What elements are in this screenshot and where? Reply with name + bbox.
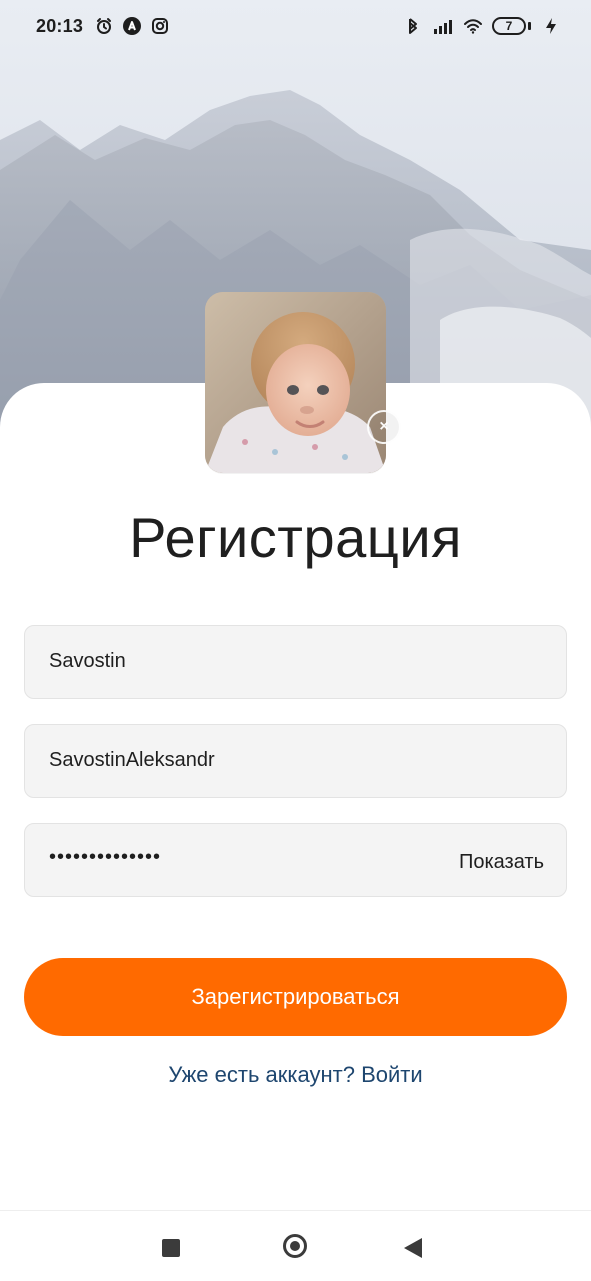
password-field[interactable]: •••••••••••••• Показать xyxy=(24,823,567,897)
status-icons-right: 7 xyxy=(402,16,561,36)
instagram-icon xyxy=(150,16,170,36)
close-icon: × xyxy=(379,418,389,435)
register-button[interactable]: Зарегистрироваться xyxy=(24,958,567,1036)
battery-level: 7 xyxy=(505,19,513,33)
system-navigation-bar xyxy=(0,1210,591,1281)
child-photo xyxy=(205,292,386,473)
back-triangle-icon[interactable] xyxy=(404,1238,422,1258)
login-link[interactable]: Уже есть аккаунт? Войти xyxy=(0,1062,591,1088)
register-button-label: Зарегистрироваться xyxy=(191,984,400,1009)
status-icons-left xyxy=(94,16,170,36)
status-bar: 20:13 7 xyxy=(0,0,591,56)
lastname-field[interactable]: Savostin xyxy=(24,625,567,699)
password-masked: •••••••••••••• xyxy=(49,846,162,868)
show-password-button[interactable]: Показать xyxy=(459,851,544,874)
bluetooth-icon xyxy=(402,16,422,36)
remove-avatar-button[interactable]: × xyxy=(367,410,401,444)
signal-icon xyxy=(432,16,452,36)
wifi-icon xyxy=(462,16,482,36)
alarm-icon xyxy=(94,16,114,36)
charging-icon xyxy=(541,16,561,36)
battery-icon: 7 xyxy=(492,17,531,35)
login-value: SavostinAleksandr xyxy=(49,749,215,771)
profile-avatar[interactable] xyxy=(205,292,386,473)
login-field[interactable]: SavostinAleksandr xyxy=(24,724,567,798)
page-title: Регистрация xyxy=(129,506,462,569)
status-time: 20:13 xyxy=(36,16,84,36)
home-circle-icon[interactable] xyxy=(283,1234,307,1258)
recents-square-icon[interactable] xyxy=(162,1239,180,1257)
a-circle-icon xyxy=(122,16,142,36)
lastname-value: Savostin xyxy=(49,650,126,672)
